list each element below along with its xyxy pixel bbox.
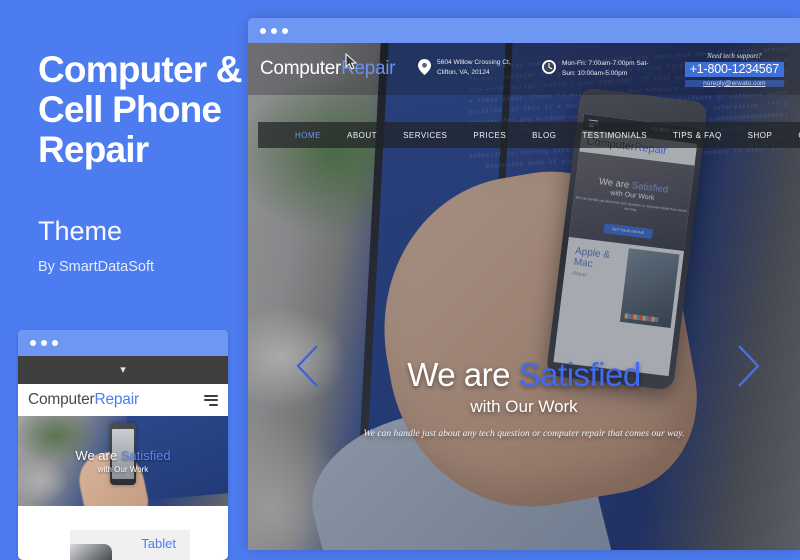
window-dots (30, 340, 58, 346)
site-logo-part1: Computer (260, 58, 342, 79)
hero-headline-a: We are (407, 356, 519, 393)
site-viewport: A problem has been detected and Windows … (248, 43, 800, 550)
nav-item-about[interactable]: ABOUT (334, 131, 390, 140)
mobile-browser-chrome (18, 330, 228, 356)
hero-tagline: We can handle just about any tech questi… (363, 428, 685, 439)
mobile-logo-part1: Computer (28, 391, 95, 408)
chevron-right-icon[interactable] (732, 343, 766, 389)
promo-subtitle: Theme (38, 216, 123, 246)
support-label: Need tech support? (707, 51, 762, 60)
dot-minimize-icon[interactable] (41, 340, 47, 346)
hero-caption: We are Satisfied with Our Work We can ha… (248, 356, 800, 439)
hours-block: Mon-Fri: 7:00am-7:00pm Sat-Sun: 10:00am-… (542, 59, 657, 79)
nav-item-testimonials[interactable]: TESTIMONIALS (569, 131, 660, 140)
hero-background-photo: A problem has been detected and Windows … (248, 43, 800, 550)
close-dot-icon[interactable] (260, 27, 266, 34)
nav-item-home[interactable]: HOME (282, 131, 334, 140)
browser-chrome-bar (248, 18, 800, 43)
mobile-card-thumbnail (70, 544, 112, 560)
mobile-hero-line1-a: We are (75, 448, 121, 463)
mobile-service-card[interactable]: Tablet (70, 530, 190, 560)
window-controls (260, 27, 288, 34)
mobile-hero-image: We are Satisfied with Our Work (18, 416, 228, 506)
site-logo[interactable]: ComputerRepair (260, 53, 408, 80)
mobile-card-label: Tablet (141, 536, 176, 551)
hero-subheadline: with Our Work (470, 397, 578, 416)
chevron-down-icon[interactable]: ▾ (120, 364, 126, 376)
minimize-dot-icon[interactable] (271, 27, 277, 34)
hamburger-icon[interactable] (204, 394, 218, 406)
clock-icon (542, 60, 556, 79)
mobile-hero-line2: with Our Work (97, 465, 149, 474)
nav-item-tips-faq[interactable]: TIPS & FAQ (660, 131, 735, 140)
support-email-link[interactable]: noreply@envato.com (684, 79, 784, 87)
nav-item-prices[interactable]: PRICES (460, 131, 519, 140)
nav-item-shop[interactable]: SHOP (735, 131, 786, 140)
mobile-site-header: ComputerRepair (18, 384, 228, 416)
site-header: ComputerRepair 5604 Willow Crossing Ct, … (248, 43, 800, 95)
mobile-logo[interactable]: ComputerRepair (28, 391, 139, 409)
address-block: 5604 Willow Crossing Ct, Clifton, VA, 20… (418, 58, 532, 80)
main-navigation: HOME ABOUT SERVICES PRICES BLOG TESTIMON… (258, 122, 800, 148)
mobile-preview-card[interactable]: ▾ ComputerRepair We are Satisfied with O… (18, 330, 228, 560)
hero-headline: We are Satisfied (248, 356, 800, 394)
site-logo-part2: Repair (341, 58, 396, 79)
hero-dark-overlay (248, 43, 800, 550)
support-phone-number[interactable]: +1-800-1234567 (684, 61, 784, 77)
dot-maximize-icon[interactable] (52, 340, 58, 346)
promo-author: By SmartDataSoft (38, 259, 155, 275)
address-text: 5604 Willow Crossing Ct, Clifton, VA, 20… (437, 59, 511, 76)
mobile-hero-caption: We are Satisfied with Our Work (18, 448, 228, 474)
mobile-hero-line1-b: Satisfied (120, 448, 171, 463)
nav-item-contact[interactable]: CONTACT (785, 131, 800, 140)
promo-panel: Computer & Cell Phone Repair Theme By Sm… (0, 0, 248, 560)
hours-text: Mon-Fri: 7:00am-7:00pm Sat-Sun: 10:00am-… (562, 60, 649, 77)
mobile-logo-part2: Repair (94, 391, 139, 408)
mobile-hero-line1: We are Satisfied (18, 448, 228, 463)
nav-item-services[interactable]: SERVICES (390, 131, 460, 140)
mobile-topbar[interactable]: ▾ (18, 356, 228, 384)
chevron-left-icon[interactable] (290, 343, 324, 389)
location-pin-icon (418, 59, 431, 80)
maximize-dot-icon[interactable] (282, 27, 288, 34)
hero-headline-highlight: Satisfied (518, 356, 642, 393)
page-title: Computer & Cell Phone Repair (38, 49, 243, 170)
dot-close-icon[interactable] (30, 340, 36, 346)
browser-window: A problem has been detected and Windows … (248, 18, 800, 550)
nav-item-blog[interactable]: BLOG (519, 131, 569, 140)
support-block: Need tech support? +1-800-1234567 norepl… (684, 51, 788, 87)
